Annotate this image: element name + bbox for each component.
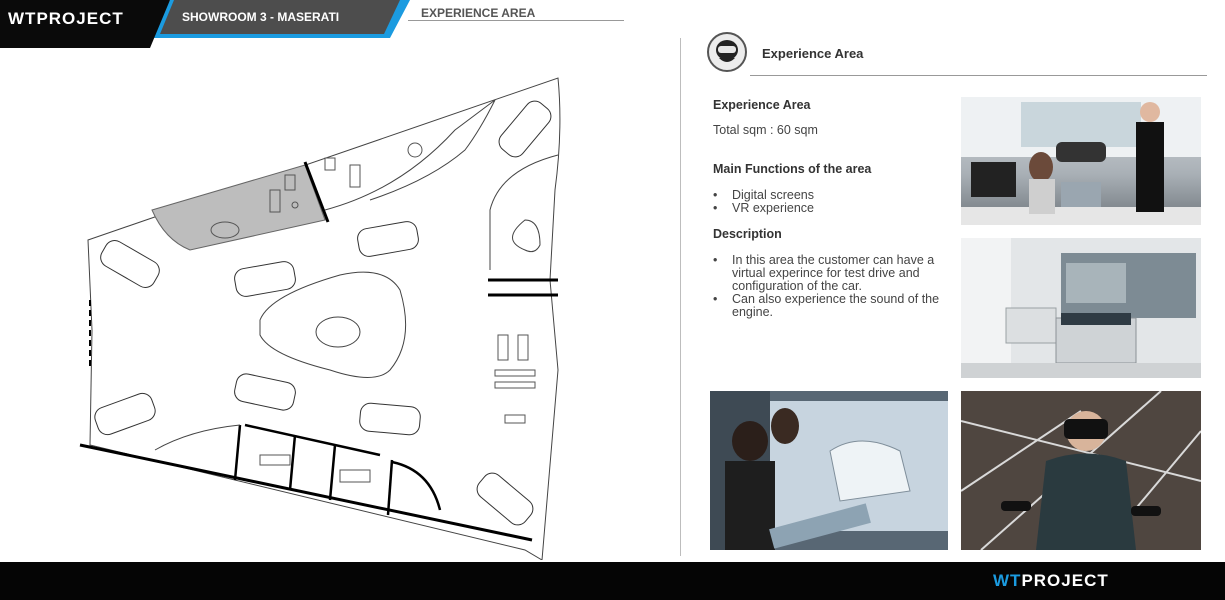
total-sqm: Total sqm : 60 sqm — [713, 123, 818, 137]
description-list: In this area the customer can have a vir… — [713, 254, 953, 319]
description-heading: Description — [713, 227, 782, 241]
area-title: EXPERIENCE AREA — [421, 6, 536, 20]
photo-vr-headset-user — [961, 391, 1201, 550]
list-item: Can also experience the sound of the eng… — [713, 293, 953, 319]
showroom-title: SHOWROOM 3 - MASERATI — [182, 10, 340, 24]
header-logo-text: WTPROJECT — [8, 9, 124, 28]
functions-list: Digital screens VR experience — [713, 189, 953, 216]
car-2 — [234, 261, 296, 297]
footer-logo: WTPROJECT — [993, 571, 1109, 590]
list-item: VR experience — [713, 202, 953, 216]
functions-heading: Main Functions of the area — [713, 162, 872, 176]
car-1 — [100, 240, 160, 288]
photo-vr-showroom — [961, 97, 1201, 225]
car-7 — [94, 392, 156, 436]
area-info: Experience Area Total sqm : 60 sqm Main … — [713, 98, 953, 319]
info-heading: Experience Area — [713, 98, 811, 112]
list-item: In this area the customer can have a vir… — [713, 254, 953, 293]
section-title: Experience Area — [762, 46, 864, 61]
car-6 — [359, 402, 421, 436]
section-underline — [750, 75, 1207, 76]
car-8 — [476, 472, 534, 526]
floor-plan — [79, 77, 561, 560]
vertical-divider — [680, 38, 681, 556]
car-5 — [234, 373, 296, 411]
car-3 — [357, 221, 419, 257]
photo-configurator-screen — [710, 391, 948, 550]
header-showroom-band: SHOWROOM 3 - MASERATI — [160, 0, 400, 34]
vr-headset-icon — [707, 32, 747, 72]
area-title-underline — [408, 20, 624, 21]
car-4 — [498, 100, 552, 158]
header-logo: WTPROJECT — [0, 0, 170, 48]
photo-digital-displays — [961, 238, 1201, 378]
footer-bar: WTPROJECT — [0, 562, 1225, 600]
lounge-zone — [151, 164, 326, 251]
